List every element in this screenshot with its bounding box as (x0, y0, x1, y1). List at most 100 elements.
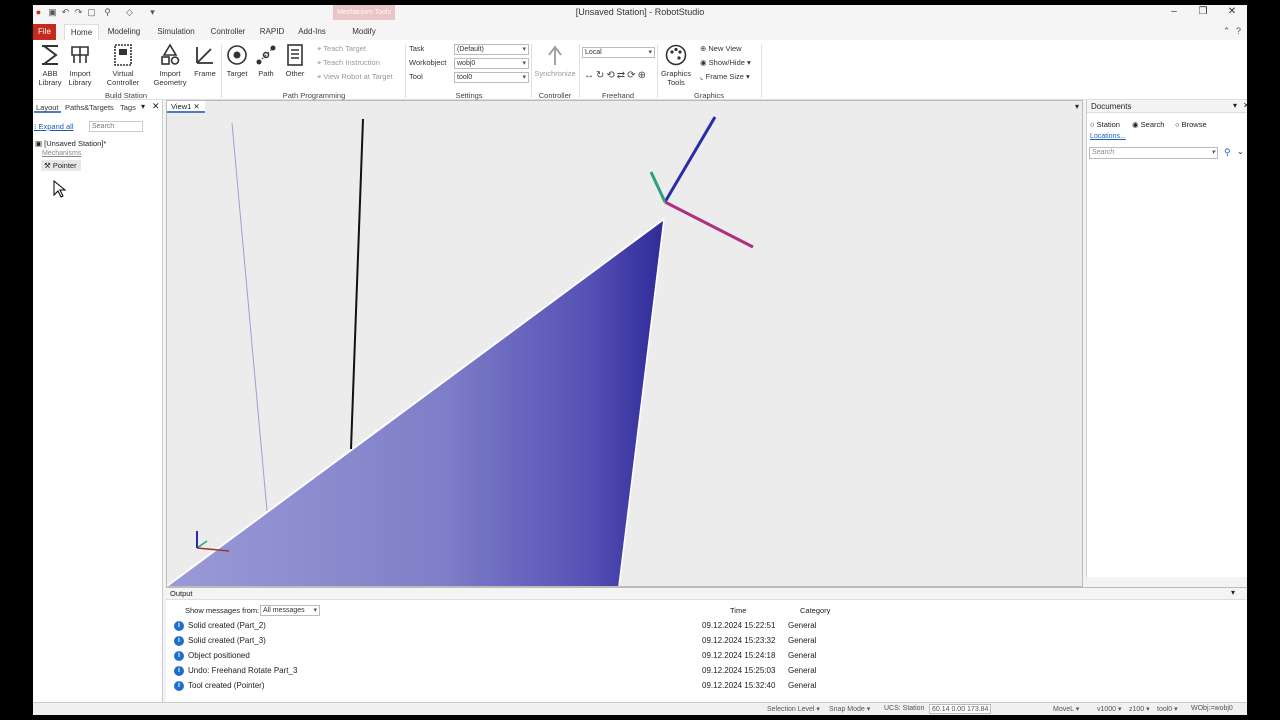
radio-station[interactable]: ○ Station (1090, 120, 1120, 129)
ribbon-separator (531, 44, 532, 98)
import-library-button[interactable]: Import Library (63, 43, 97, 87)
speed-label: v1000 (1097, 706, 1117, 713)
zone-label: z100 (1129, 706, 1145, 713)
graphics-tools-button[interactable]: Graphics Tools (657, 43, 695, 87)
teach-target-label: Teach Target (323, 44, 366, 53)
info-icon: i (174, 650, 184, 661)
frame-size-button[interactable]: ⌞ Frame Size ▾ (700, 71, 750, 83)
tab-modeling[interactable]: Modeling (104, 24, 144, 40)
info-icon: i (174, 680, 184, 691)
virtual-controller-button[interactable]: Virtual Controller (103, 43, 143, 87)
view1-close-icon[interactable]: ✕ (193, 102, 199, 111)
close-button[interactable]: ✕ (1225, 6, 1239, 18)
abb-library-button[interactable]: ABB Library (33, 43, 67, 87)
layout-search-input[interactable] (89, 121, 143, 132)
move-type-control[interactable]: MoveL ▾ (1053, 705, 1079, 713)
snap-mode-control[interactable]: Snap Mode ▾ (829, 705, 870, 713)
teach-target-button[interactable]: ⌖ Teach Target (317, 43, 366, 55)
documents-close-icon[interactable]: ✕ (1243, 101, 1247, 110)
import-geometry-button[interactable]: Import Geometry (149, 43, 191, 87)
radio-search[interactable]: ◉ Search (1132, 120, 1164, 129)
minimize-button[interactable]: – (1167, 6, 1181, 18)
info-icon: i (174, 635, 184, 646)
chevron-up-icon[interactable]: ⌃ (1221, 26, 1232, 37)
other-button[interactable]: Other (278, 43, 312, 87)
panel-menu-icon[interactable]: ▾ (141, 102, 145, 111)
column-time[interactable]: Time (730, 606, 746, 615)
jog-joint-icon[interactable]: ⟲ (606, 70, 616, 81)
output-row[interactable]: i Undo: Freehand Rotate Part_3 09.12.2024 … (174, 663, 1234, 678)
tab-layout[interactable]: Layout (34, 102, 61, 113)
panel-close-icon[interactable]: ✕ (152, 101, 160, 112)
expand-all-link[interactable]: ⁝ Expand all (34, 122, 74, 131)
freehand-reference-select[interactable]: Local (582, 47, 655, 58)
mouse-cursor-icon (53, 180, 67, 198)
tree-group-node[interactable]: Mechanisms (42, 150, 81, 157)
output-row[interactable]: i Solid created (Part_2) 09.12.2024 15:22:… (174, 618, 1234, 633)
tab-home[interactable]: Home (64, 24, 99, 40)
jog-reorient-icon[interactable]: ⟳ (627, 70, 637, 81)
task-label: Task (409, 44, 425, 53)
search-icon[interactable]: ⚲ (1224, 147, 1231, 158)
frame-icon (196, 47, 213, 64)
output-row[interactable]: i Object positioned 09.12.2024 15:24:18 Gen… (174, 648, 1234, 663)
info-icon: i (174, 620, 184, 631)
selection-level-control[interactable]: Selection Level ▾ (767, 705, 820, 713)
tab-modify[interactable]: Modify (344, 24, 384, 40)
rotate-icon[interactable]: ↻ (596, 70, 606, 81)
radio-browse[interactable]: ○ Browse (1175, 120, 1207, 129)
tree-station-node[interactable]: ▣ [Unsaved Station]* (35, 139, 106, 148)
frame-button[interactable]: Frame (188, 43, 222, 87)
show-hide-button[interactable]: ◉ Show/Hide ▾ (700, 57, 751, 69)
jog-linear-icon[interactable]: ⇄ (617, 70, 627, 81)
teach-instruction-button[interactable]: ⌖ Teach Instruction (317, 57, 380, 69)
help-icon[interactable]: ? (1233, 26, 1244, 37)
snap-mode-label: Snap Mode (829, 706, 865, 713)
workobject-select[interactable]: wobj0 (454, 58, 529, 69)
tool-select[interactable]: tool0 (454, 72, 529, 83)
tool-label: Tool (409, 72, 423, 81)
view-robot-at-target-button[interactable]: ⌖ View Robot at Target (317, 71, 393, 83)
chevron-down-icon[interactable]: ⌄ (1237, 147, 1244, 156)
output-category: General (788, 621, 817, 630)
tab-simulation[interactable]: Simulation (153, 24, 199, 40)
tab-view1[interactable]: View1 ✕ (167, 101, 205, 113)
output-menu-icon[interactable]: ▾ (1231, 588, 1235, 597)
floor-edge-line (350, 118, 364, 450)
documents-search-input[interactable]: Search (1089, 147, 1218, 159)
documents-menu-icon[interactable]: ▾ (1233, 101, 1237, 110)
column-category[interactable]: Category (800, 606, 830, 615)
multi-robot-jog-icon[interactable]: ⊕ (638, 70, 648, 81)
wobj-control[interactable]: WObj:=wobj0 (1191, 705, 1233, 712)
tool-control[interactable]: tool0 ▾ (1157, 705, 1178, 713)
frame-z-axis (663, 116, 717, 203)
output-title: Output (166, 588, 1247, 600)
output-category: General (788, 666, 817, 675)
new-view-button[interactable]: ⊕ New View (700, 43, 742, 55)
ribbon: ABB Library Import Library Virtual Contr… (33, 40, 1247, 100)
tab-paths-targets[interactable]: Paths&Targets (63, 102, 116, 113)
viewport-menu-icon[interactable]: ▾ (1075, 102, 1079, 111)
tab-tags[interactable]: Tags (118, 102, 138, 113)
move-icon[interactable]: ↔ (584, 70, 596, 81)
message-filter-select[interactable]: All messages (260, 605, 320, 616)
tab-add-ins[interactable]: Add-Ins (294, 24, 330, 40)
locations-link[interactable]: Locations... (1090, 133, 1126, 140)
output-category: General (788, 651, 817, 660)
synchronize-button[interactable]: Synchronize (533, 43, 577, 87)
output-row[interactable]: i Tool created (Pointer) 09.12.2024 15:32:… (174, 678, 1234, 693)
task-select[interactable]: (Default) (454, 44, 529, 55)
show-messages-label: Show messages from: (185, 606, 260, 615)
tree-station-label: [Unsaved Station]* (44, 139, 107, 148)
zone-control[interactable]: z100 ▾ (1129, 705, 1150, 713)
speed-control[interactable]: v1000 ▾ (1097, 705, 1122, 713)
tree-item-pointer[interactable]: ⚒ Pointer (41, 160, 81, 171)
import-geometry-label-2: Geometry (153, 78, 187, 87)
tab-file[interactable]: File (33, 24, 56, 40)
maximize-button[interactable]: ❐ (1196, 6, 1210, 18)
tab-controller[interactable]: Controller (206, 24, 250, 40)
3d-viewport[interactable]: View1 ✕ ▾ (166, 100, 1083, 587)
output-row[interactable]: i Solid created (Part_3) 09.12.2024 15:23:… (174, 633, 1234, 648)
abb-library-label-1: ABB (42, 69, 58, 78)
tab-rapid[interactable]: RAPID (257, 24, 287, 40)
